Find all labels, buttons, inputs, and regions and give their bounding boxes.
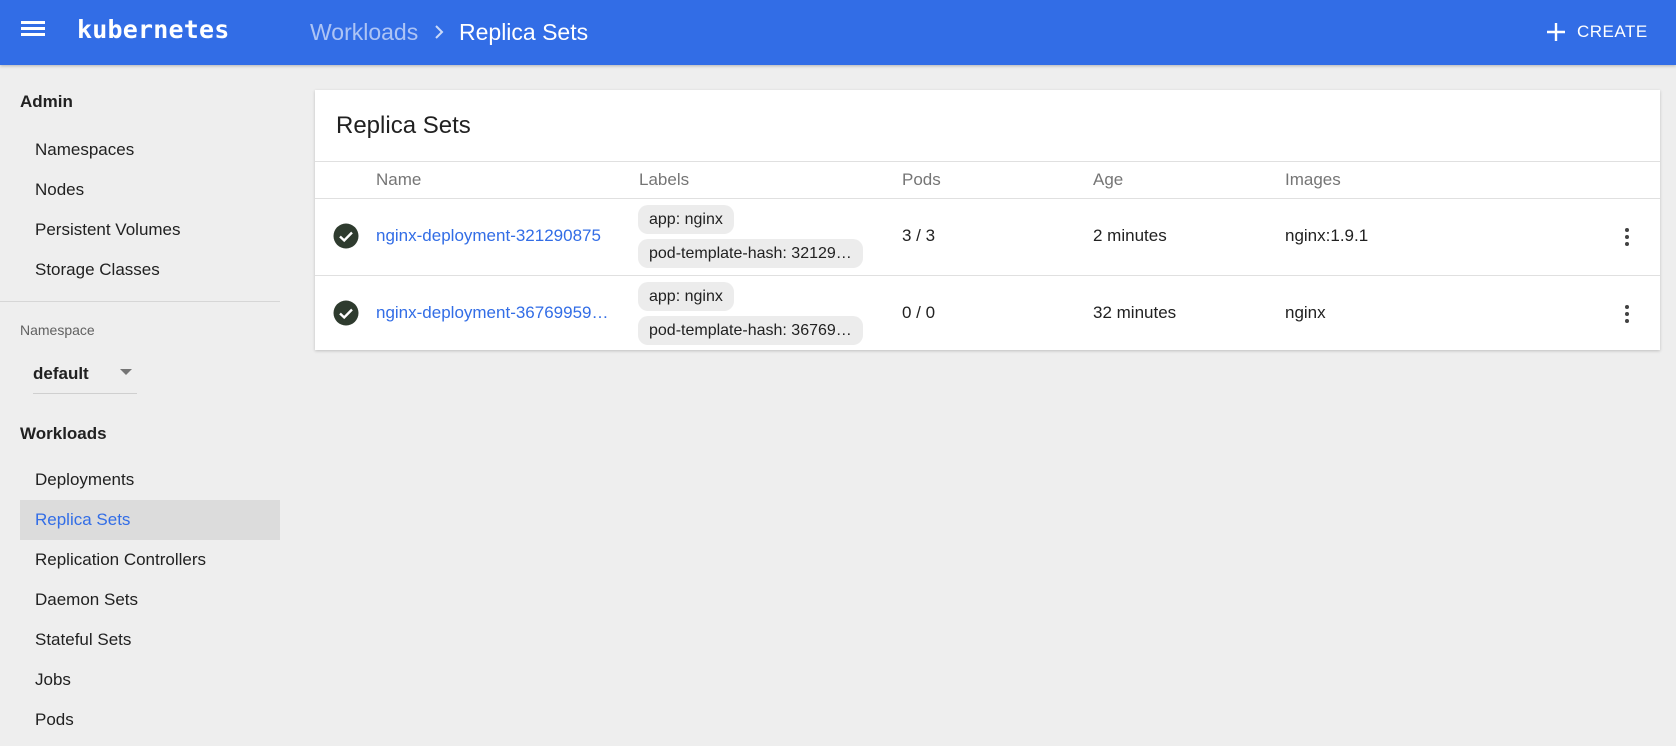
- sidebar-item-pods[interactable]: Pods: [20, 700, 280, 740]
- pods-count: 3 / 3: [902, 226, 936, 245]
- age-value: 32 minutes: [1093, 303, 1177, 322]
- pods-count: 0 / 0: [902, 303, 936, 322]
- namespace-select[interactable]: default: [33, 355, 137, 394]
- sidebar-item-storage-classes[interactable]: Storage Classes: [20, 250, 280, 290]
- sidebar-item-stateful-sets[interactable]: Stateful Sets: [20, 620, 280, 660]
- more-vert-icon[interactable]: [1615, 302, 1639, 326]
- column-header-pods: Pods: [902, 170, 941, 189]
- images-value: nginx:1.9.1: [1285, 226, 1369, 245]
- table-row: nginx-deployment-36769959… app: nginx po…: [315, 276, 1660, 352]
- create-label: CREATE: [1577, 22, 1648, 41]
- breadcrumb-workloads[interactable]: Workloads: [310, 19, 418, 46]
- plus-icon: [1547, 23, 1565, 41]
- label-chip: pod-template-hash: 36769…: [638, 316, 863, 345]
- chevron-right-icon: [435, 25, 444, 39]
- create-button[interactable]: CREATE: [1545, 16, 1648, 48]
- sidebar: Admin Namespaces Nodes Persistent Volume…: [0, 65, 280, 746]
- page-title: Replica Sets: [459, 19, 589, 45]
- sidebar-item-persistent-volumes[interactable]: Persistent Volumes: [20, 210, 280, 250]
- divider: [315, 161, 1660, 162]
- label-chip: app: nginx: [638, 282, 734, 311]
- sidebar-item-namespaces[interactable]: Namespaces: [20, 130, 280, 170]
- top-app-bar: kubernetes Workloads Replica Sets CREATE: [0, 0, 1676, 65]
- column-header-name[interactable]: Name: [376, 170, 421, 190]
- namespace-value: default: [33, 364, 89, 383]
- more-vert-icon[interactable]: [1615, 225, 1639, 249]
- sidebar-item-deployments[interactable]: Deployments: [20, 460, 280, 500]
- menu-icon[interactable]: [18, 18, 48, 46]
- sidebar-item-daemon-sets[interactable]: Daemon Sets: [20, 580, 280, 620]
- column-header-labels: Labels: [639, 170, 690, 189]
- sidebar-divider: [0, 301, 280, 302]
- sidebar-item-replication-controllers[interactable]: Replication Controllers: [20, 540, 280, 580]
- table-row: nginx-deployment-321290875 app: nginx po…: [315, 199, 1660, 275]
- sidebar-item-jobs[interactable]: Jobs: [20, 660, 280, 700]
- images-value: nginx: [1285, 303, 1326, 322]
- sidebar-heading-admin[interactable]: Admin: [20, 92, 73, 112]
- card-title: Replica Sets: [336, 112, 471, 139]
- label-chip: app: nginx: [638, 205, 734, 234]
- age-value: 2 minutes: [1093, 226, 1167, 245]
- check-circle-icon: [333, 300, 359, 326]
- brand-logo[interactable]: kubernetes: [77, 15, 230, 44]
- sidebar-item-nodes[interactable]: Nodes: [20, 170, 280, 210]
- dropdown-arrow-icon: [120, 369, 132, 375]
- namespace-label: Namespace: [20, 322, 95, 338]
- label-chip: pod-template-hash: 32129…: [638, 239, 863, 268]
- sidebar-item-replica-sets[interactable]: Replica Sets: [20, 500, 280, 540]
- sidebar-heading-workloads[interactable]: Workloads: [20, 424, 107, 444]
- column-header-age[interactable]: Age: [1093, 170, 1123, 190]
- check-circle-icon: [333, 223, 359, 249]
- replica-set-name-link[interactable]: nginx-deployment-321290875: [376, 226, 616, 246]
- column-header-images: Images: [1285, 170, 1341, 189]
- replica-sets-card: Replica Sets Name Labels Pods Age Images…: [315, 90, 1660, 350]
- replica-set-name-link[interactable]: nginx-deployment-36769959…: [376, 303, 616, 323]
